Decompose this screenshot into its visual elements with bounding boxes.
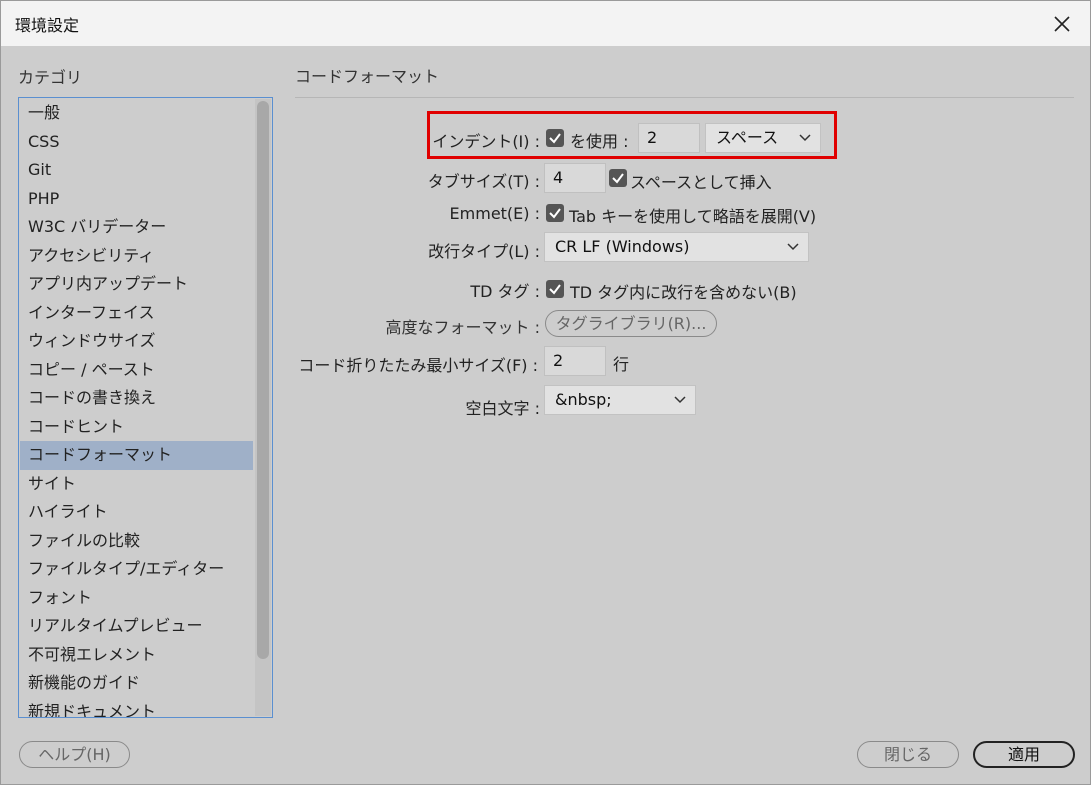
title-bar: 環境設定 [1,1,1090,46]
line-break-label: 改行タイプ(L) : [428,242,540,261]
tag-library-button[interactable]: タグライブラリ(R)... [545,310,717,337]
code-fold-label: コード折りたたみ最小サイズ(F) : [298,356,538,375]
category-item[interactable]: アプリ内アップデート [20,270,253,299]
whitespace-label: 空白文字 : [465,399,540,418]
chevron-down-icon [674,396,686,404]
category-item[interactable]: ウィンドウサイズ [20,327,253,356]
apply-button[interactable]: 適用 [973,741,1075,768]
insert-as-spaces-label: スペースとして挿入 [630,173,772,192]
category-list[interactable]: 一般 CSS Git PHP W3C バリデーター アクセシビリティ アプリ内ア… [18,97,273,718]
td-tag-label: TD タグ : [470,282,540,301]
category-item[interactable]: ファイルタイプ/エディター [20,555,253,584]
category-item[interactable]: アクセシビリティ [20,242,253,271]
insert-as-spaces-checkbox[interactable] [609,169,627,187]
td-tag-checkbox[interactable] [546,280,564,298]
dialog-body: カテゴリ 一般 CSS Git PHP W3C バリデーター アクセシビリティ … [1,46,1090,784]
category-item[interactable]: コードの書き換え [20,384,253,413]
category-item[interactable]: CSS [20,128,253,157]
indent-unit-value: スペース [716,128,779,147]
section-title: コードフォーマット [295,67,440,86]
category-item[interactable]: 新機能のガイド [20,669,253,698]
emmet-check-label: Tab キーを使用して略語を展開(V) [569,207,817,226]
chevron-down-icon [787,243,799,251]
category-label: カテゴリ [18,68,83,87]
indent-unit-select[interactable]: スペース [705,123,821,153]
tab-size-label: タブサイズ(T) : [427,172,540,191]
indent-use-label: を使用 : [570,132,629,151]
category-scrollbar[interactable] [255,99,271,716]
category-item[interactable]: W3C バリデーター [20,213,253,242]
category-item[interactable]: フォント [20,584,253,613]
tab-size-input[interactable]: 4 [544,163,606,193]
code-fold-unit: 行 [613,355,630,374]
advanced-format-label: 高度なフォーマット : [385,318,540,337]
close-icon[interactable] [1034,1,1090,46]
category-item[interactable]: コピー / ペースト [20,356,253,385]
help-button[interactable]: ヘルプ(H) [19,741,130,768]
category-item[interactable]: ハイライト [20,498,253,527]
category-item[interactable]: インターフェイス [20,299,253,328]
category-item[interactable]: コードヒント [20,413,253,442]
whitespace-value: &nbsp; [555,390,612,409]
indent-checkbox[interactable] [546,129,564,147]
close-button[interactable]: 閉じる [857,741,959,768]
line-break-select[interactable]: CR LF (Windows) [544,232,809,262]
section-divider [295,97,1074,98]
indent-label: インデント(I) : [432,132,540,151]
category-item[interactable]: ファイルの比較 [20,527,253,556]
window-title: 環境設定 [15,16,80,35]
category-item[interactable]: PHP [20,185,253,214]
emmet-label: Emmet(E) : [449,204,540,223]
category-item[interactable]: 新規ドキュメント [20,698,253,718]
emmet-checkbox[interactable] [546,204,564,222]
preferences-dialog: 環境設定 カテゴリ 一般 CSS Git PHP W3C バリデーター アクセシ… [0,0,1091,785]
whitespace-select[interactable]: &nbsp; [544,385,696,415]
td-tag-check-label: TD タグ内に改行を含めない(B) [570,283,797,302]
scrollbar-thumb[interactable] [257,101,269,659]
category-item-selected[interactable]: コードフォーマット [20,441,253,470]
code-fold-input[interactable]: 2 [544,346,606,376]
category-item[interactable]: サイト [20,470,253,499]
chevron-down-icon [799,134,811,142]
category-item[interactable]: リアルタイムプレビュー [20,612,253,641]
category-item[interactable]: Git [20,156,253,185]
category-item[interactable]: 不可視エレメント [20,641,253,670]
category-item[interactable]: 一般 [20,99,253,128]
indent-size-input[interactable]: 2 [638,123,700,153]
line-break-value: CR LF (Windows) [555,237,690,256]
